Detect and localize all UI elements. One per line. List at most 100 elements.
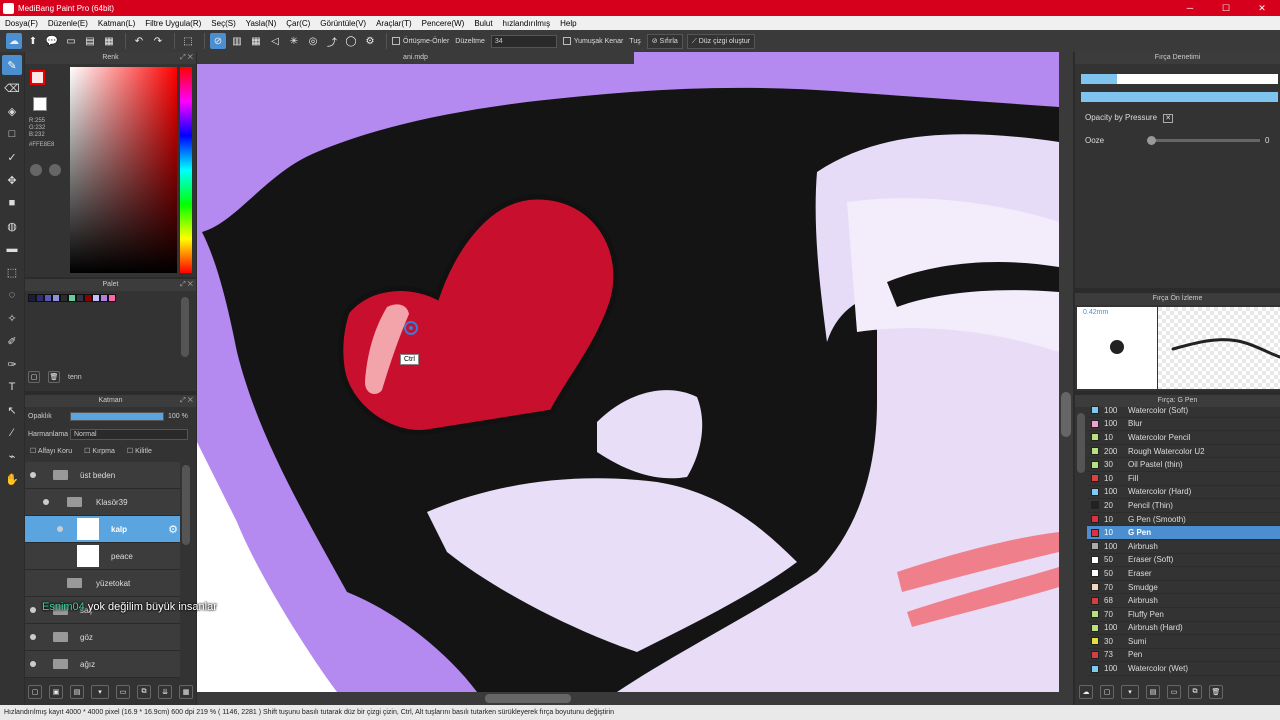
layer-row-selected[interactable]: kalp ⚙ [25, 516, 180, 543]
visibility-eye-icon[interactable] [30, 607, 36, 613]
layer-settings-icon[interactable]: ▦ [179, 685, 193, 699]
brush-item[interactable]: 10 Fill [1087, 472, 1280, 486]
palette-swatch[interactable] [44, 294, 52, 302]
snap-circle-icon[interactable]: ◎ [305, 33, 321, 49]
palette-swatch[interactable] [100, 294, 108, 302]
brush-item[interactable]: 30 Sumi [1087, 635, 1280, 649]
brush-item[interactable]: 200 Rough Watercolor U2 [1087, 445, 1280, 459]
snap-parallel-icon[interactable]: ▥ [229, 33, 245, 49]
visibility-eye-icon[interactable] [30, 634, 36, 640]
antialias-checkbox[interactable] [392, 37, 400, 45]
opacity-slider[interactable] [70, 412, 164, 421]
saturation-value-picker[interactable] [70, 67, 177, 273]
brush-item[interactable]: 20 Pencil (Thin) [1087, 499, 1280, 513]
brush-opacity-bar[interactable] [1081, 92, 1278, 102]
palette-swatch[interactable] [28, 294, 36, 302]
brush-item[interactable]: 100 Watercolor (Soft) [1087, 404, 1280, 418]
line-tool-icon[interactable]: ✓ [2, 147, 22, 167]
select-pen-icon[interactable]: ✐ [2, 331, 22, 351]
maximize-button[interactable]: ☐ [1208, 0, 1244, 16]
color-wheel-icon[interactable] [30, 164, 42, 176]
layer-row[interactable]: peace [25, 543, 180, 570]
snap-grid-icon[interactable]: ▦ [248, 33, 264, 49]
snap-radial-icon[interactable]: ✳ [286, 33, 302, 49]
snap-settings-icon[interactable]: ⚙ [362, 33, 378, 49]
panel-close-icon[interactable]: ⤢ ✕ [180, 279, 193, 291]
panel-close-icon[interactable]: ⤢ ✕ [180, 395, 193, 407]
operation-tool-icon[interactable]: ↖ [2, 400, 22, 420]
layer-folder[interactable]: göz [25, 624, 180, 651]
duplicate-brush-icon[interactable]: ⧉ [1188, 685, 1202, 699]
brush-item[interactable]: 100 Airbrush [1087, 540, 1280, 554]
brush-list-scrollbar[interactable] [1077, 413, 1085, 473]
palette-swatch[interactable] [60, 294, 68, 302]
canvas-icon[interactable]: ▭ [63, 33, 79, 49]
reset-button[interactable]: ⊘ Sıfırla [646, 33, 683, 49]
layer-folder[interactable]: Klasör39 [25, 489, 180, 516]
ooze-slider[interactable] [1147, 136, 1260, 145]
brush-item[interactable]: 70 Fluffy Pen [1087, 608, 1280, 622]
bucket-tool-icon[interactable]: ◍ [2, 216, 22, 236]
menu-help[interactable]: Help [555, 19, 581, 28]
palette-swatch[interactable] [92, 294, 100, 302]
layer-scrollbar[interactable] [182, 465, 190, 545]
divide-tool-icon[interactable]: ⁄ [2, 423, 22, 443]
delete-brush-icon[interactable]: 🗑 [1209, 685, 1223, 699]
brush-item[interactable]: 70 Smudge [1087, 581, 1280, 595]
magic-wand-icon[interactable]: ✧ [2, 308, 22, 328]
menu-file[interactable]: Dosya(F) [0, 19, 43, 28]
undo-icon[interactable]: ↶ [131, 33, 147, 49]
brush-tool-icon[interactable]: ✎ [2, 55, 22, 75]
comment-icon[interactable]: 💬 [44, 33, 60, 49]
eraser-tool-icon[interactable]: ⌫ [2, 78, 22, 98]
brush-item[interactable]: 100 Watercolor (Wet) [1087, 662, 1280, 676]
snap-perspective-icon[interactable]: ◁ [267, 33, 283, 49]
brush-item[interactable]: 73 Pen [1087, 649, 1280, 663]
brush-item[interactable]: 30 Oil Pastel (thin) [1087, 458, 1280, 472]
palette-scrollbar[interactable] [181, 297, 189, 357]
brush-size-bar[interactable] [1081, 74, 1278, 84]
close-button[interactable]: ✕ [1244, 0, 1280, 16]
correction-dropdown[interactable]: 34 [490, 34, 557, 48]
layer-folder[interactable]: yüzetokat [25, 570, 180, 597]
canvas-area[interactable]: Ctrl [197, 52, 1073, 705]
merge-layer-icon[interactable]: ⇊ [158, 685, 172, 699]
visibility-eye-icon[interactable] [30, 661, 36, 667]
menu-select[interactable]: Seç(S) [206, 19, 240, 28]
delete-palette-icon[interactable]: 🗑 [48, 371, 60, 383]
lasso-tool-icon[interactable]: ◌ [2, 285, 22, 305]
cloud-brush-icon[interactable]: ☁ [1079, 685, 1093, 699]
page-icon[interactable]: ▤ [82, 33, 98, 49]
brush-item[interactable]: 10 G Pen [1087, 526, 1280, 540]
menu-view[interactable]: Görüntüle(V) [315, 19, 371, 28]
gradient-tool-icon[interactable]: ▬ [2, 239, 22, 259]
fill-rect-icon[interactable]: ■ [2, 193, 22, 213]
visibility-eye-icon[interactable] [30, 472, 36, 478]
new-8bit-layer-icon[interactable]: ▤ [70, 685, 84, 699]
snap-curve-icon[interactable]: ⤴ [324, 33, 340, 49]
palette-swatch[interactable] [84, 294, 92, 302]
duplicate-layer-icon[interactable]: ⧉ [137, 685, 151, 699]
new-folder-icon[interactable]: ▭ [116, 685, 130, 699]
palette-swatch[interactable] [36, 294, 44, 302]
palette-swatch[interactable] [68, 294, 76, 302]
artwork-canvas[interactable] [197, 52, 1073, 705]
brush-item[interactable]: 68 Airbrush [1087, 594, 1280, 608]
select-eraser-icon[interactable]: ✑ [2, 354, 22, 374]
add-brush-dropdown-icon[interactable]: ▾ [1121, 685, 1139, 699]
new-palette-icon[interactable]: ▢ [28, 371, 40, 383]
brush-item[interactable]: 10 Watercolor Pencil [1087, 431, 1280, 445]
soft-edge-checkbox[interactable] [562, 37, 571, 45]
protect-alpha-checkbox[interactable]: ☐ Alfayı Koru [30, 447, 72, 455]
text-tool-icon[interactable]: T [2, 377, 22, 397]
snap-off-icon[interactable]: ⊘ [210, 33, 226, 49]
straight-line-button[interactable]: ⟋ Düz çizgi oluştur [686, 33, 756, 49]
eyedropper-icon[interactable]: ⌁ [2, 446, 22, 466]
shape-tool-icon[interactable]: □ [2, 124, 22, 144]
import-brush-icon[interactable]: ▭ [1167, 685, 1181, 699]
visibility-eye-icon[interactable] [57, 526, 63, 532]
brush-item[interactable]: 100 Airbrush (Hard) [1087, 622, 1280, 636]
redo-icon[interactable]: ↷ [150, 33, 166, 49]
brush-item[interactable]: 100 Blur [1087, 418, 1280, 432]
brush-item[interactable]: 10 G Pen (Smooth) [1087, 513, 1280, 527]
